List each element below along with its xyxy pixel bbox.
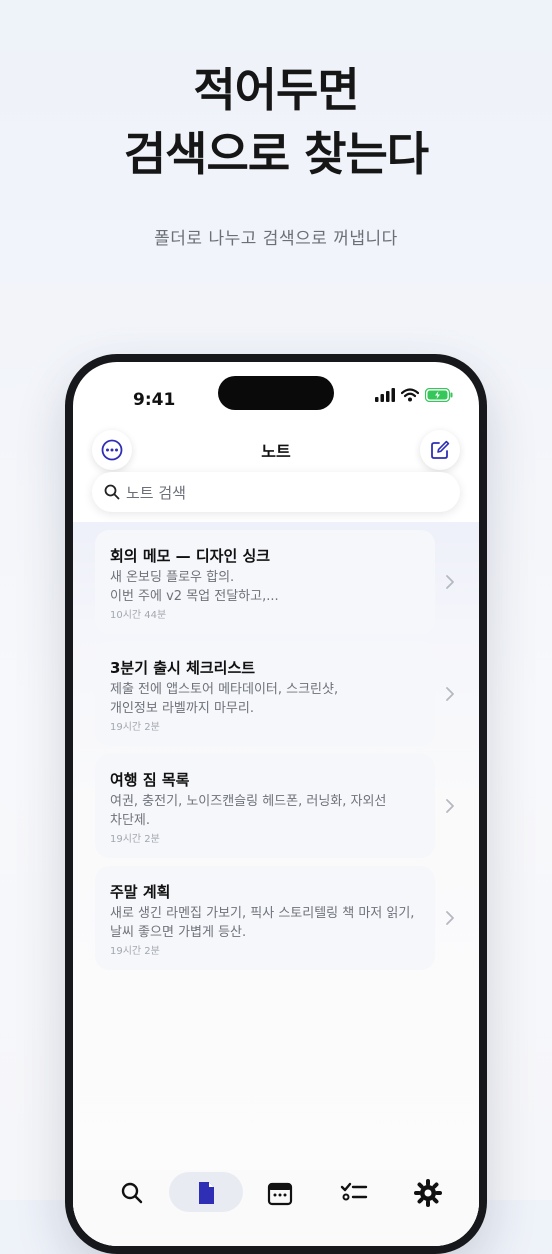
note-title: 주말 계획	[110, 883, 171, 901]
compose-icon	[431, 440, 450, 459]
tab-bar	[73, 1170, 479, 1246]
note-timestamp: 19시간 2분	[110, 722, 160, 733]
search-icon	[104, 484, 120, 500]
chevron-right-icon	[446, 911, 454, 925]
chevron-right-icon	[446, 799, 454, 813]
headline-line-1: 적어두면	[193, 63, 359, 117]
note-preview-line: 날씨 좋으면 가볍게 등산.	[110, 925, 247, 940]
note-preview-line: 여권, 충전기, 노이즈캔슬링 헤드폰, 러닝화, 자외선	[110, 794, 387, 809]
note-timestamp: 10시간 44분	[110, 610, 167, 621]
status-bar: 9:41	[73, 362, 479, 422]
tab-search-icon[interactable]	[117, 1178, 147, 1208]
chevron-right-icon	[446, 687, 454, 701]
subtitle: 폴더로 나누고 검색으로 꺼냅니다	[154, 229, 398, 249]
note-preview: 제출 전에 앱스토어 메타데이터, 스크린샷, 개인정보 라벨까지 마무리.	[110, 680, 410, 718]
note-preview-line: 제출 전에 앱스토어 메타데이터, 스크린샷,	[110, 682, 339, 697]
note-timestamp: 19시간 2분	[110, 834, 160, 845]
tab-notes-icon[interactable]	[191, 1178, 221, 1208]
phone-frame: 9:41 노트 노트 검색 회의 메모 — 디자인 싱크 새 온보딩 플로우 합…	[65, 354, 487, 1254]
status-time: 9:41	[133, 390, 176, 410]
search-bar[interactable]: 노트 검색	[92, 472, 460, 512]
note-card[interactable]: 회의 메모 — 디자인 싱크 새 온보딩 플로우 합의. 이번 주에 v2 목업…	[95, 530, 435, 634]
battery-charging-icon	[425, 388, 453, 402]
status-icons	[375, 388, 453, 402]
tab-checklist-icon[interactable]	[339, 1178, 369, 1208]
note-preview-line: 새로 생긴 라멘집 가보기, 픽사 스토리텔링 책 마저 읽기,	[110, 906, 415, 921]
tab-calendar-icon[interactable]	[265, 1178, 295, 1208]
note-timestamp: 19시간 2분	[110, 946, 160, 957]
note-preview-line: 차단제.	[110, 813, 151, 828]
note-card[interactable]: 주말 계획 새로 생긴 라멘집 가보기, 픽사 스토리텔링 책 마저 읽기, 날…	[95, 866, 435, 970]
dynamic-island	[218, 376, 334, 410]
note-preview-line: 이번 주에 v2 목업 전달하고,...	[110, 589, 279, 604]
compose-button[interactable]	[420, 430, 460, 470]
note-preview: 새로 생긴 라멘집 가보기, 픽사 스토리텔링 책 마저 읽기, 날씨 좋으면 …	[110, 904, 415, 942]
signal-icon	[375, 388, 395, 402]
tab-settings-icon[interactable]	[413, 1178, 443, 1208]
note-preview-line: 개인정보 라벨까지 마무리.	[110, 701, 254, 716]
note-card[interactable]: 여행 짐 목록 여권, 충전기, 노이즈캔슬링 헤드폰, 러닝화, 자외선 차단…	[95, 754, 435, 858]
page-title: 노트	[261, 442, 291, 461]
search-input[interactable]: 노트 검색	[126, 482, 186, 503]
notes-list: 회의 메모 — 디자인 싱크 새 온보딩 플로우 합의. 이번 주에 v2 목업…	[73, 522, 479, 1246]
headline-line-2: 검색으로 찾는다	[123, 127, 429, 181]
note-title: 3분기 출시 체크리스트	[110, 659, 256, 677]
note-preview: 새 온보딩 플로우 합의. 이번 주에 v2 목업 전달하고,...	[110, 568, 410, 606]
note-card[interactable]: 3분기 출시 체크리스트 제출 전에 앱스토어 메타데이터, 스크린샷, 개인정…	[95, 642, 435, 746]
note-title: 여행 짐 목록	[110, 771, 190, 789]
phone-screen: 9:41 노트 노트 검색 회의 메모 — 디자인 싱크 새 온보딩 플로우 합…	[73, 362, 479, 1246]
chevron-right-icon	[446, 575, 454, 589]
hero: 적어두면 검색으로 찾는다 폴더로 나누고 검색으로 꺼냅니다	[0, 58, 552, 249]
note-preview-line: 새 온보딩 플로우 합의.	[110, 570, 235, 585]
note-title: 회의 메모 — 디자인 싱크	[110, 547, 271, 565]
wifi-icon	[401, 388, 419, 402]
note-preview: 여권, 충전기, 노이즈캔슬링 헤드폰, 러닝화, 자외선 차단제.	[110, 792, 410, 830]
